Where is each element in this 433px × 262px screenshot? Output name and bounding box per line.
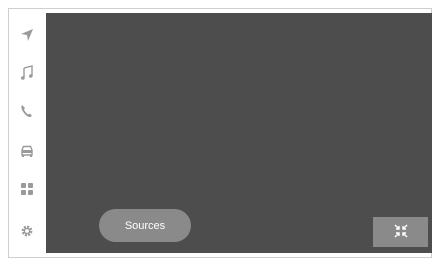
media-screen: Sources: [46, 13, 432, 253]
navigation-arrow-icon[interactable]: [18, 26, 36, 44]
gear-icon[interactable]: [18, 222, 36, 240]
sidebar: [8, 12, 46, 252]
phone-icon[interactable]: [18, 102, 36, 120]
sources-button-label: Sources: [124, 219, 166, 232]
car-icon[interactable]: [18, 142, 36, 160]
sources-button[interactable]: Sources: [99, 209, 191, 242]
music-note-icon[interactable]: [18, 64, 36, 82]
apps-grid-icon[interactable]: [18, 180, 36, 198]
minimize-button[interactable]: [373, 217, 428, 247]
minimize-arrows-icon: [394, 223, 408, 242]
